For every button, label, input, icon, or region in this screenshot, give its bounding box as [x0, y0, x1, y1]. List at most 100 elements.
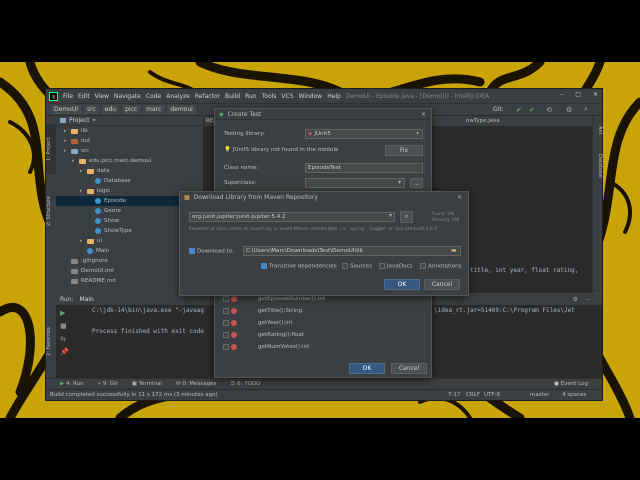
- method-row[interactable]: getRating():float: [223, 329, 423, 341]
- menu-window[interactable]: Window: [299, 93, 323, 100]
- tab-database[interactable]: Database: [593, 146, 603, 186]
- fix-button[interactable]: Fix: [385, 145, 423, 156]
- search-button[interactable]: ⌕: [400, 211, 413, 223]
- superclass-label: Superclass:: [224, 180, 257, 186]
- tab-showtype[interactable]: owType.java: [466, 118, 500, 124]
- method-row[interactable]: getYear():int: [223, 317, 423, 329]
- menu-code[interactable]: Code: [146, 93, 161, 100]
- method-icon: [231, 296, 237, 302]
- file-icon: [71, 278, 78, 284]
- breadcrumb-item[interactable]: edu: [101, 105, 120, 114]
- tab-messages[interactable]: ✉ 0: Messages: [176, 381, 216, 387]
- chevron-down-icon[interactable]: ▾: [398, 179, 401, 186]
- method-row[interactable]: getNumVotes():int: [223, 341, 423, 353]
- menu-file[interactable]: File: [63, 93, 73, 100]
- caret-position[interactable]: 7:17: [448, 392, 460, 398]
- event-log[interactable]: ● Event Log: [554, 381, 588, 387]
- breadcrumb-item[interactable]: DemoUI: [51, 105, 81, 114]
- checkbox-icon: [420, 263, 426, 269]
- tree-item[interactable]: ▸ lib: [56, 126, 203, 136]
- maximize-icon[interactable]: □: [575, 91, 581, 98]
- restore-layout-icon[interactable]: ⇆: [60, 335, 69, 343]
- javadocs-checkbox[interactable]: JavaDocs: [379, 263, 413, 270]
- superclass-field[interactable]: [305, 178, 405, 188]
- terminal-icon: ▣: [131, 381, 137, 387]
- menu-edit[interactable]: Edit: [78, 93, 90, 100]
- menu-build[interactable]: Build: [225, 93, 240, 100]
- breadcrumb-item[interactable]: marc: [143, 105, 165, 114]
- menu-run[interactable]: Run: [245, 93, 257, 100]
- chevron-down-icon[interactable]: ▾: [93, 117, 96, 124]
- right-tool-strip: Ant Database: [592, 116, 603, 293]
- indent-setting[interactable]: 4 spaces: [562, 392, 586, 398]
- rerun-icon[interactable]: ▶: [60, 309, 69, 317]
- dialog-title: Create Test: [227, 110, 262, 118]
- transitive-checkbox[interactable]: Transitive dependencies: [261, 263, 337, 270]
- breadcrumb-item[interactable]: src: [84, 105, 99, 114]
- chevron-down-icon[interactable]: ▾: [389, 212, 392, 219]
- tab-project[interactable]: 1: Project: [46, 124, 56, 174]
- menu-tools[interactable]: Tools: [262, 93, 277, 100]
- menu-view[interactable]: View: [95, 93, 109, 100]
- menu-refactor[interactable]: Refactor: [195, 93, 220, 100]
- tree-item[interactable]: ▸ out: [56, 136, 203, 146]
- ok-button[interactable]: OK: [349, 363, 385, 374]
- ok-button[interactable]: OK: [384, 279, 420, 290]
- maven-search-input[interactable]: org.junit.jupiter:junit-jupiter:5.4.2: [189, 212, 395, 222]
- history-icon[interactable]: ⟲: [546, 106, 552, 114]
- download-to-checkbox[interactable]: Download to:: [189, 248, 234, 255]
- class-name-field[interactable]: EpisodeTest: [305, 163, 423, 173]
- settings-icon[interactable]: ⚙: [566, 106, 572, 114]
- git-update-icon[interactable]: ✔: [516, 106, 522, 114]
- git-commit-icon[interactable]: ✔: [529, 106, 535, 114]
- method-row[interactable]: getTitle():String: [223, 305, 423, 317]
- tab-ant[interactable]: Ant: [593, 120, 603, 140]
- menu-navigate[interactable]: Navigate: [114, 93, 141, 100]
- sources-checkbox[interactable]: Sources: [342, 263, 372, 270]
- git-branch[interactable]: master: [530, 392, 549, 398]
- cancel-button[interactable]: Cancel: [424, 279, 460, 290]
- close-icon[interactable]: ✕: [593, 91, 598, 98]
- tab-terminal[interactable]: ▣ Terminal: [132, 381, 162, 387]
- menu-analyze[interactable]: Analyze: [166, 93, 190, 100]
- project-icon: [60, 118, 66, 123]
- run-tab-main[interactable]: Main: [80, 296, 94, 303]
- tab-structure[interactable]: 2: Structure: [46, 186, 56, 236]
- expand-arrow-icon: ▸: [64, 148, 67, 154]
- menu-help[interactable]: Help: [327, 93, 341, 100]
- tree-item[interactable]: Database: [56, 176, 203, 186]
- minimize-icon[interactable]: –: [560, 91, 563, 98]
- cancel-button[interactable]: Cancel: [391, 363, 427, 374]
- close-icon[interactable]: ✕: [457, 194, 462, 201]
- stop-icon[interactable]: ■: [60, 322, 69, 330]
- pin-icon[interactable]: 📌: [60, 348, 69, 356]
- tree-item-label: data: [97, 168, 110, 174]
- tab-todo[interactable]: ☰ 6: TODO: [230, 381, 260, 387]
- tab-favorites[interactable]: 2: Favorites: [46, 316, 56, 366]
- minimize-panel-icon[interactable]: –: [587, 296, 590, 303]
- file-encoding[interactable]: UTF-8: [484, 392, 500, 398]
- tab-git[interactable]: ⑂ 9: Git: [98, 381, 118, 387]
- project-label[interactable]: Project: [69, 117, 90, 124]
- download-path-field[interactable]: C:\Users\Marc\Downloads\Test\DemoUI\lib: [243, 246, 461, 256]
- close-icon[interactable]: ✕: [421, 111, 426, 118]
- expand-arrow-icon: ▸: [72, 158, 75, 164]
- annotations-checkbox[interactable]: Annotations: [420, 263, 462, 270]
- warning-text: 💡 JUnit5 library not found in the module: [224, 147, 339, 153]
- browse-button[interactable]: ...: [410, 178, 423, 188]
- tab-run[interactable]: ▶ 4: Run: [60, 381, 84, 387]
- tree-item-label: Genre: [104, 208, 121, 214]
- testing-library-select[interactable]: ◆ JUnit5 ▾: [305, 129, 423, 139]
- line-separator[interactable]: CRLF: [466, 392, 480, 398]
- junit-icon: ◆: [308, 131, 313, 137]
- breadcrumb-item[interactable]: picc: [122, 105, 141, 114]
- settings-icon[interactable]: ⚙: [573, 296, 578, 303]
- found-count: Found: 196: [432, 211, 455, 216]
- tree-item[interactable]: ▸ edu.picc.marc.demoui: [56, 156, 203, 166]
- tree-item[interactable]: ▸ src: [56, 146, 203, 156]
- breadcrumb-item[interactable]: demoui: [167, 105, 196, 114]
- search-icon[interactable]: ⌕: [584, 105, 588, 114]
- folder-icon[interactable]: ▬: [451, 247, 457, 254]
- tree-item[interactable]: ▸ data: [56, 166, 203, 176]
- menu-vcs[interactable]: VCS: [281, 93, 293, 100]
